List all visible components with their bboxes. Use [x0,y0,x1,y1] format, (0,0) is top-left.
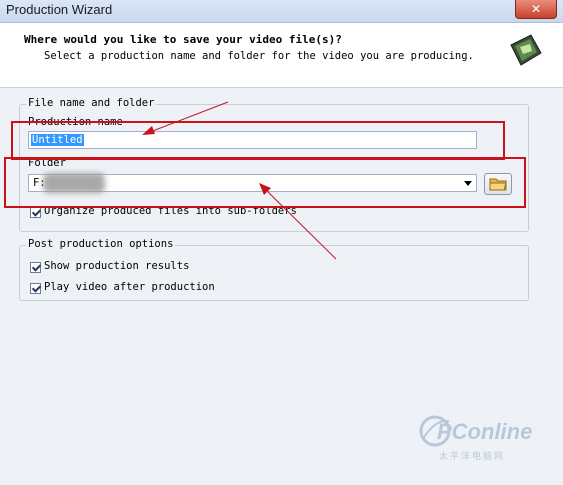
page-heading: Where would you like to save your video … [24,33,342,46]
film-strip-icon [510,34,542,66]
watermark-sub: 太平洋电脑网 [439,451,506,461]
close-icon: ✕ [530,2,542,16]
close-button[interactable]: ✕ [515,0,557,19]
file-group-legend: File name and folder [26,97,157,109]
pconline-watermark: PConline 太平洋电脑网 [409,405,549,475]
organize-subfolders-checkbox[interactable] [30,207,41,218]
page-subheading: Select a production name and folder for … [44,50,474,62]
play-video-label: Play video after production [44,281,215,293]
show-results-label: Show production results [44,260,190,272]
show-results-checkbox[interactable] [30,262,41,273]
wizard-header: Where would you like to save your video … [0,23,563,88]
window-title: Production Wizard [6,2,113,17]
annotation-box-folder [4,157,526,208]
play-video-checkbox[interactable] [30,283,41,294]
title-bar: Production Wizard ✕ [0,0,563,23]
annotation-box-name [11,121,505,160]
post-group-legend: Post production options [26,238,176,250]
watermark-brand: PConline [437,419,533,444]
